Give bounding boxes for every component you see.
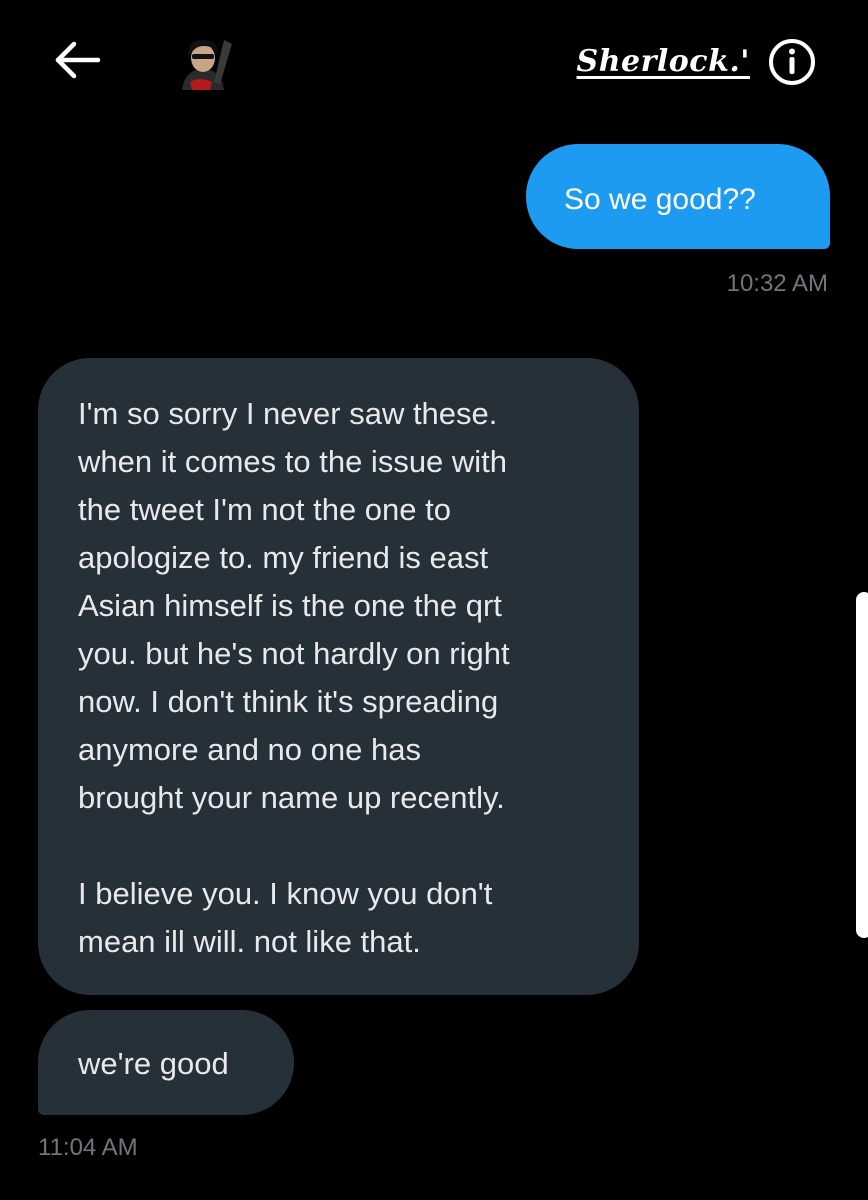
received-message-bubble[interactable]: we're good [38,1010,294,1115]
arrow-left-icon [55,41,101,79]
conversation-header: Sherlock.' [0,0,868,120]
sent-message-bubble[interactable]: So we good?? [526,144,830,249]
scrollbar-thumb[interactable] [856,592,868,938]
message-paragraph: I'm so sorry I never saw these. when it … [78,396,510,815]
info-circle-icon [769,39,815,85]
comic-hero-avatar-icon [182,39,232,90]
received-message-bubble[interactable]: I'm so sorry I never saw these. when it … [38,358,639,995]
back-button[interactable] [52,36,104,84]
contact-name[interactable]: Sherlock.' [577,44,750,79]
message-paragraph: I believe you. I know you don't mean ill… [78,876,493,959]
message-text: So we good?? [564,183,756,216]
message-text: we're good [78,1046,229,1081]
message-timestamp: 10:32 AM [726,270,828,297]
message-timestamp: 11:04 AM [38,1134,138,1161]
avatar[interactable] [160,34,246,90]
conversation-info-button[interactable] [766,36,818,88]
